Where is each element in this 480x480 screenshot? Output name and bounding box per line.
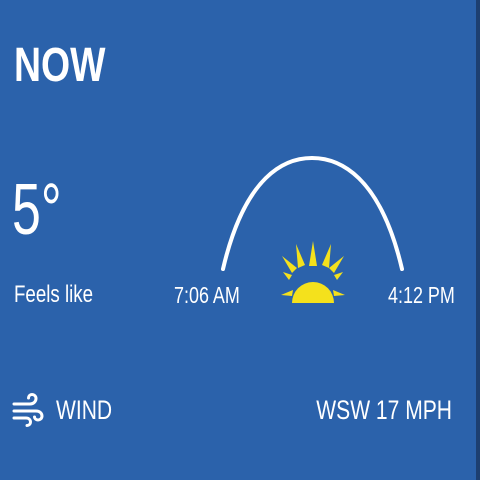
sunset-time: 4:12 PM: [388, 282, 455, 308]
weather-now-panel: NOW 5° Feels like 7:06 AM 4:12 PM WIND W…: [0, 0, 480, 480]
sun-icon: [281, 241, 345, 303]
wind-label: WIND: [56, 395, 113, 425]
wind-value: WSW 17 MPH: [316, 395, 452, 425]
sunrise-time: 7:06 AM: [174, 282, 240, 308]
wind-icon: [12, 393, 44, 427]
edge-divider: [476, 0, 480, 480]
